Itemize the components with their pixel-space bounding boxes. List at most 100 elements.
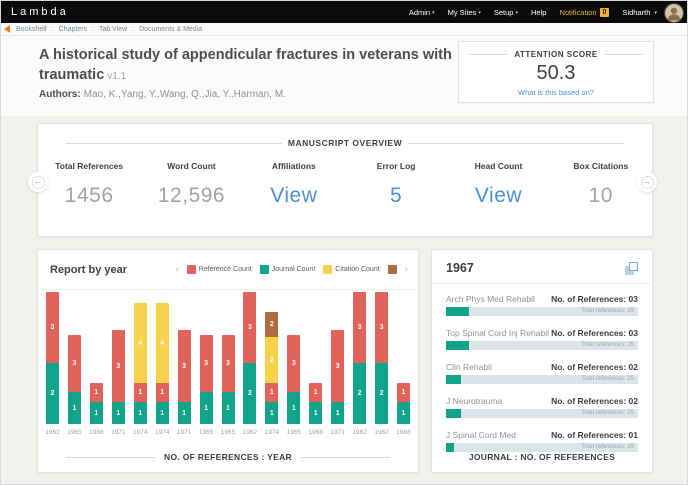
copy-icon[interactable] <box>625 262 638 275</box>
journal-footer-label: JOURNAL : NO. OF REFERENCES <box>469 452 615 462</box>
journal-row-head: Clin Rehabil No. of References: 02 <box>446 362 638 372</box>
arrow-left-icon: ← <box>32 176 45 189</box>
metric-value: 1456 <box>38 184 140 208</box>
breadcrumb-item-tab-view[interactable]: Tab View <box>99 26 127 33</box>
divider <box>469 54 508 55</box>
user-name: Sidharth <box>622 8 650 17</box>
legend-next-icon[interactable]: › <box>405 265 408 275</box>
journal-progress-fill <box>446 341 469 350</box>
legend-prev-icon[interactable]: ‹ <box>175 265 178 275</box>
chart-header: Report by year ‹ Reference CountJournal … <box>38 250 418 290</box>
bar-x-label: 1974 <box>133 429 147 436</box>
metric-value[interactable]: View <box>243 184 345 208</box>
nav-item-help[interactable]: Help <box>531 8 546 17</box>
bar-segment-reference-count: 1 <box>134 383 147 402</box>
bar-1962[interactable]: 23 <box>375 292 388 424</box>
bar-column: 23 1962 <box>351 292 368 436</box>
copy-icon-front <box>629 262 638 271</box>
bar-segment-journal-count: 1 <box>222 392 235 424</box>
bar-1974[interactable]: 114 <box>134 303 147 424</box>
bar-1968[interactable]: 11 <box>309 383 322 424</box>
legend-item-citation-count[interactable]: Citation Count <box>323 265 379 274</box>
bar-1965[interactable]: 13 <box>68 335 81 424</box>
metric-value[interactable]: View <box>447 184 549 208</box>
bar-1962[interactable]: 23 <box>243 292 256 424</box>
bar-1965[interactable]: 13 <box>222 335 235 424</box>
journal-name[interactable]: Top Spinal Cord Inj Rehabil <box>446 328 549 338</box>
bar-1962[interactable]: 23 <box>46 292 59 424</box>
bar-x-label: 1971 <box>111 429 125 436</box>
journal-progress-track: Total references: 25 <box>446 341 638 350</box>
nav-menu: Admin▾ My Sites▾ Setup▾ Help <box>409 8 547 17</box>
bar-column: 13 1971 <box>110 330 127 436</box>
bar-segment-journal-count: 1 <box>68 392 81 424</box>
journal-name[interactable]: J Neurotrauma <box>446 396 502 406</box>
journal-name[interactable]: J Spinal Cord Med <box>446 430 516 440</box>
journal-name[interactable]: Arch Phys Med Rehabil <box>446 294 535 304</box>
bar-segment-reference-count: 3 <box>112 330 125 402</box>
bar-1974[interactable]: 1122 <box>265 312 278 424</box>
bar-1968[interactable]: 11 <box>397 383 410 424</box>
nav-item-notification[interactable]: Notification 0 <box>559 8 609 17</box>
journal-ref-count: No. of References: 01 <box>551 430 638 440</box>
bar-1971[interactable]: 13 <box>112 330 125 424</box>
bar-column: 131965 <box>198 335 215 436</box>
nav-item-setup[interactable]: Setup▾ <box>494 8 518 17</box>
bar-column: 111968 <box>395 383 412 436</box>
nav-item-admin[interactable]: Admin▾ <box>409 8 435 17</box>
bar-segment-citation-count: 4 <box>156 303 169 383</box>
bar-1971[interactable]: 13 <box>178 330 191 424</box>
bar-1968[interactable]: 11 <box>90 383 103 424</box>
journal-row-head: J Spinal Cord Med No. of References: 01 <box>446 430 638 440</box>
bar-segment-journal-count: 1 <box>287 392 300 424</box>
bar-1974[interactable]: 114 <box>156 303 169 424</box>
journal-row-arch-phys-med-rehabil: Arch Phys Med RehabilNo. of References: … <box>446 294 638 316</box>
carousel-prev-button[interactable]: ← <box>28 172 48 192</box>
legend-items: Reference Count Journal Count Citation Cou… <box>187 265 397 274</box>
divider <box>300 457 390 458</box>
journal-total-label: Total references: 25 <box>581 443 634 452</box>
legend-swatch <box>260 265 269 274</box>
carousel-next-button[interactable]: → <box>637 172 657 192</box>
bar-segment-reference-count: 3 <box>178 330 191 402</box>
bar-segment-reference-count: 3 <box>331 330 344 402</box>
bar-segment-reference-count: 3 <box>353 292 366 363</box>
breadcrumb-item-documents-media[interactable]: Documents & Media <box>139 26 202 33</box>
nav-item-user[interactable]: Sidharth ▾ <box>622 8 657 17</box>
overview-metrics: Total References1456Word Count12,596Affi… <box>38 161 652 208</box>
bar-segment-journal-count: 1 <box>397 402 410 424</box>
metric-error-log: Error Log5 <box>345 161 447 208</box>
legend-item-more[interactable] <box>388 265 397 274</box>
bar-segment-journal-count: 2 <box>46 363 59 424</box>
journal-ref-count: No. of References: 02 <box>551 362 638 372</box>
bar-segment-journal-count: 1 <box>156 402 169 424</box>
attention-score-link[interactable]: What is this based on? <box>459 88 653 97</box>
bar-x-label: 1962 <box>352 429 366 436</box>
bar-1965[interactable]: 13 <box>287 335 300 424</box>
overview-title: MANUSCRIPT OVERVIEW <box>288 138 402 148</box>
bar-segment-journal-count: 1 <box>178 402 191 424</box>
metric-label: Affiliations <box>243 161 345 171</box>
bar-1962[interactable]: 23 <box>353 292 366 424</box>
metric-value: 10 <box>550 184 652 208</box>
bar-x-label: 1965 <box>221 429 235 436</box>
journal-name[interactable]: Clin Rehabil <box>446 362 492 372</box>
metric-value[interactable]: 5 <box>345 184 447 208</box>
user-avatar[interactable] <box>665 4 683 22</box>
breadcrumb-item-chapters[interactable]: Chapters <box>59 26 87 33</box>
legend-item-journal-count[interactable]: Journal Count <box>260 265 316 274</box>
bar-column: 111968 <box>307 383 324 436</box>
breadcrumb-item-bookshelf[interactable]: Bookshelf <box>16 26 47 33</box>
bar-1971[interactable]: 13 <box>331 330 344 424</box>
arrow-right-icon: → <box>641 176 654 189</box>
legend-item-reference-count[interactable]: Reference Count <box>187 265 252 274</box>
journal-progress-fill <box>446 443 454 452</box>
bar-segment-reference-count: 3 <box>375 292 388 363</box>
journal-total-label: Total references: 25 <box>581 409 634 418</box>
nav-item-my-sites[interactable]: My Sites▾ <box>448 8 481 17</box>
stacked-bar-chart: 2319621319651119681319711141974114197413… <box>44 294 412 436</box>
bar-1965[interactable]: 13 <box>200 335 213 424</box>
back-arrow-icon[interactable] <box>4 25 10 33</box>
divider <box>66 143 282 144</box>
bar-x-label: 1965 <box>287 429 301 436</box>
